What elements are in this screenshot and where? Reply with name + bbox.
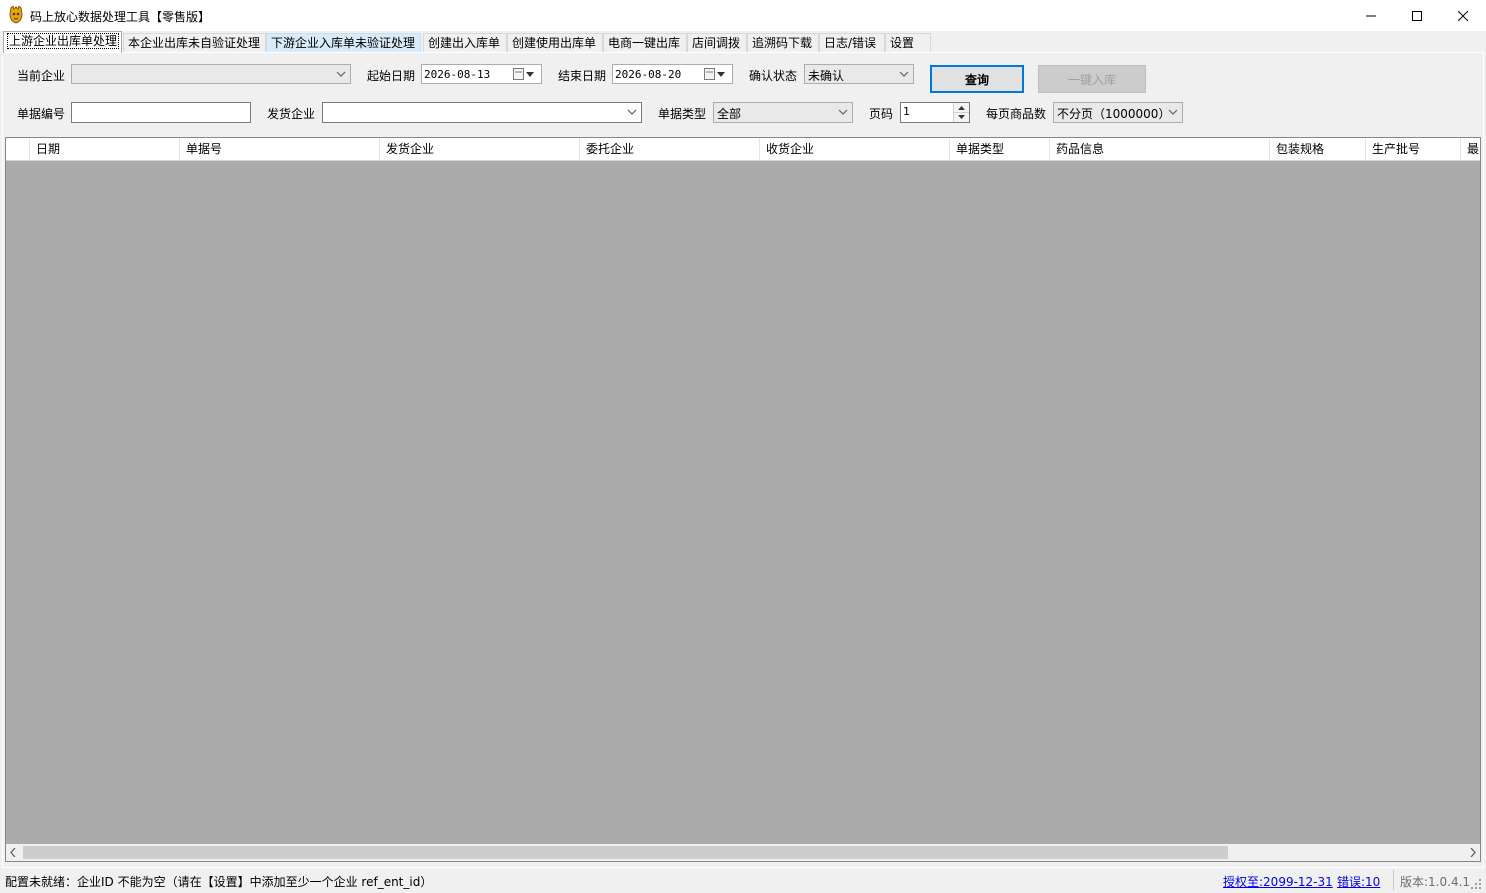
per-page-value: 不分页（1000000） <box>1057 107 1171 121</box>
close-button[interactable] <box>1440 0 1486 31</box>
scrollbar-thumb[interactable] <box>23 846 1228 859</box>
tab-downstream-inbound-unverified[interactable]: 下游企业入库单未验证处理 <box>266 33 421 52</box>
tab-trace-code-download[interactable]: 追溯码下载 <box>747 33 819 52</box>
maximize-button[interactable] <box>1394 0 1440 31</box>
version-label: 版本:1.0.4.1 <box>1400 875 1471 889</box>
tab-label: 店间调拨 <box>692 36 741 50</box>
column-header-receiver[interactable]: 收货企业 <box>760 138 950 160</box>
start-date-value: 2026-08-13 <box>424 68 491 81</box>
page-label: 页码 <box>869 107 894 121</box>
column-header-consignor[interactable]: 委托企业 <box>580 138 760 160</box>
tab-log-errors[interactable]: 日志/错误 <box>819 33 885 52</box>
column-header-date[interactable]: 日期 <box>30 138 180 160</box>
column-header-truncated[interactable]: 最 <box>1461 138 1480 160</box>
page-number-value: 1 <box>903 105 910 118</box>
horizontal-scrollbar[interactable] <box>6 844 1480 861</box>
close-icon <box>1458 10 1468 21</box>
confirm-status-value: 未确认 <box>808 69 845 83</box>
column-header-drug-info[interactable]: 药品信息 <box>1050 138 1270 160</box>
page-number-spinner[interactable]: 1 <box>900 102 970 123</box>
calendar-dropdown-icon[interactable] <box>704 68 726 80</box>
current-enterprise-label: 当前企业 <box>17 69 66 83</box>
doc-type-value: 全部 <box>717 107 742 121</box>
errors-link[interactable]: 错误:10 <box>1337 873 1380 890</box>
chevron-down-icon <box>899 71 909 77</box>
resize-grip-icon[interactable] <box>1470 878 1482 890</box>
tab-settings[interactable]: 设置 <box>885 33 931 52</box>
chevron-down-icon <box>1168 109 1178 115</box>
tab-label: 本企业出库未自验证处理 <box>128 36 261 50</box>
tab-label: 日志/错误 <box>824 36 877 50</box>
tab-create-inout[interactable]: 创建出入库单 <box>423 33 507 52</box>
confirm-status-select[interactable]: 未确认 <box>804 64 914 84</box>
tab-label: 下游企业入库单未验证处理 <box>271 36 416 50</box>
data-grid[interactable]: 日期 单据号 发货企业 委托企业 收货企业 单据类型 药品信息 包装规格 生产批… <box>5 137 1481 862</box>
app-logo-icon <box>8 5 26 24</box>
query-button[interactable]: 查询 <box>930 65 1024 93</box>
chevron-right-icon[interactable] <box>1468 848 1477 857</box>
tab-label: 创建使用出库单 <box>512 36 597 50</box>
doc-type-select[interactable]: 全部 <box>713 102 853 123</box>
start-date-picker[interactable]: 2026-08-13 <box>421 64 542 84</box>
spin-arrows-icon[interactable] <box>954 103 969 122</box>
tab-store-transfer[interactable]: 店间调拨 <box>687 33 747 52</box>
confirm-status-label: 确认状态 <box>749 69 798 83</box>
column-header-doc-no[interactable]: 单据号 <box>180 138 380 160</box>
tab-ecommerce-outbound[interactable]: 电商一键出库 <box>603 33 687 52</box>
end-date-label: 结束日期 <box>558 69 607 83</box>
column-header-sender[interactable]: 发货企业 <box>380 138 580 160</box>
one-click-inbound-button[interactable]: 一键入库 <box>1038 65 1146 93</box>
chevron-down-icon <box>838 109 848 115</box>
row-header-corner <box>6 138 30 160</box>
status-divider <box>1393 870 1394 890</box>
chevron-left-icon[interactable] <box>9 848 18 857</box>
tab-create-use-outbound[interactable]: 创建使用出库单 <box>507 33 603 52</box>
per-page-select[interactable]: 不分页（1000000） <box>1053 102 1183 123</box>
doc-no-input[interactable] <box>71 102 251 123</box>
tab-upstream-outbound[interactable]: 上游企业出库单处理 <box>3 31 122 53</box>
chevron-down-icon <box>336 71 346 77</box>
title-bar <box>0 0 1486 31</box>
doc-type-label: 单据类型 <box>658 107 707 121</box>
tab-label: 创建出入库单 <box>428 36 501 50</box>
end-date-value: 2026-08-20 <box>615 68 682 81</box>
sender-select[interactable] <box>322 102 642 123</box>
start-date-label: 起始日期 <box>367 69 416 83</box>
tab-own-outbound-unverified[interactable]: 本企业出库未自验证处理 <box>123 33 266 52</box>
minimize-button[interactable] <box>1348 0 1394 31</box>
tab-label: 上游企业出库单处理 <box>6 33 120 49</box>
column-header-package-spec[interactable]: 包装规格 <box>1270 138 1366 160</box>
column-header-batch-no[interactable]: 生产批号 <box>1366 138 1461 160</box>
current-enterprise-select[interactable] <box>71 64 351 84</box>
status-message: 配置未就绪：企业ID 不能为空（请在【设置】中添加至少一个企业 ref_ent_… <box>5 875 433 889</box>
tab-label: 设置 <box>890 36 915 50</box>
minimize-icon <box>1366 15 1376 16</box>
column-header-doc-type[interactable]: 单据类型 <box>950 138 1050 160</box>
grid-header: 日期 单据号 发货企业 委托企业 收货企业 单据类型 药品信息 包装规格 生产批… <box>6 138 1480 161</box>
chevron-down-icon <box>627 109 637 115</box>
end-date-picker[interactable]: 2026-08-20 <box>612 64 733 84</box>
per-page-label: 每页商品数 <box>986 107 1047 121</box>
calendar-dropdown-icon[interactable] <box>513 68 535 80</box>
doc-no-label: 单据编号 <box>17 107 66 121</box>
sender-label: 发货企业 <box>267 107 316 121</box>
license-link[interactable]: 授权至:2099-12-31 <box>1223 873 1333 890</box>
tab-label: 电商一键出库 <box>608 36 681 50</box>
maximize-icon <box>1412 10 1422 21</box>
window-title: 码上放心数据处理工具【零售版】 <box>30 10 211 24</box>
tab-strip: 上游企业出库单处理 本企业出库未自验证处理 下游企业入库单未验证处理 创建出入库… <box>0 31 1486 53</box>
tab-label: 追溯码下载 <box>752 36 813 50</box>
